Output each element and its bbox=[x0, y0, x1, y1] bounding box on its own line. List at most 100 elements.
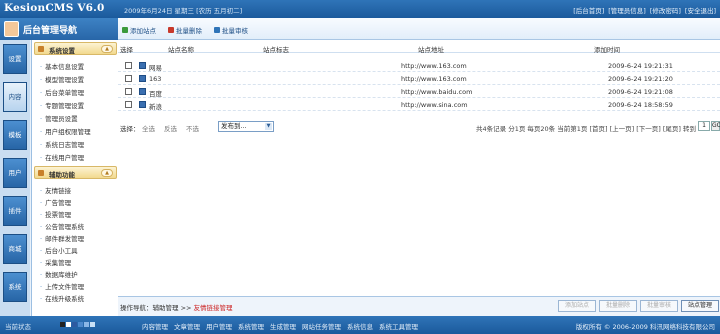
menu-item[interactable]: 上传文件管理 bbox=[40, 281, 84, 291]
site-date: 2009-6-24 19:21:20 bbox=[608, 75, 673, 83]
swatch-lightblue[interactable] bbox=[84, 322, 89, 327]
swatch-black[interactable] bbox=[60, 322, 65, 327]
site-name[interactable]: 网易 bbox=[149, 62, 162, 72]
site-url[interactable]: http://www.baidu.com bbox=[401, 88, 472, 96]
sidebar-menu: 系统设置 ▲ 基本信息设置 模型管理设置 后台菜单管理 专题管理设置 管理员设置… bbox=[31, 40, 118, 316]
site-manage-button[interactable]: 站点管理 bbox=[681, 300, 719, 312]
select-all-link[interactable]: 全选 bbox=[142, 123, 155, 133]
batch-review-bottom-button[interactable]: 批量审核 bbox=[640, 300, 678, 312]
menu-item[interactable]: 投票管理 bbox=[40, 209, 71, 219]
column-header-date: 添加时间 bbox=[594, 46, 620, 54]
add-site-bottom-button[interactable]: 添加站点 bbox=[558, 300, 596, 312]
top-links: [后台首页] [管理员信息] [修改密码] [安全退出] bbox=[573, 5, 716, 15]
menu-item[interactable]: 用户组权限管理 bbox=[40, 126, 91, 136]
menu-item[interactable]: 数据库维护 bbox=[40, 269, 78, 279]
footer-link[interactable]: 文章管理 bbox=[174, 321, 200, 331]
tab-shop[interactable]: 商城 bbox=[3, 234, 27, 264]
menu-item[interactable]: 系统日志管理 bbox=[40, 139, 84, 149]
tab-content[interactable]: 内容 bbox=[3, 82, 27, 112]
avatar bbox=[4, 21, 19, 37]
menu-group-header[interactable]: 辅助功能 ▲ bbox=[34, 166, 117, 179]
site-url[interactable]: http://www.sina.com bbox=[401, 101, 468, 109]
site-url[interactable]: http://www.163.com bbox=[401, 62, 467, 70]
operation-bar: 操作导航：辅助管理 >> 友情链接管理 添加站点 批量删除 批量审核 站点管理 bbox=[118, 296, 720, 316]
tab-system[interactable]: 系统 bbox=[3, 272, 27, 302]
link-change-password[interactable]: [修改密码] bbox=[650, 5, 681, 15]
menu-item[interactable]: 友情链接 bbox=[40, 185, 71, 195]
top-bar: KesionCMS V6.0 2009年6月24日 星期三 [农历 五月初二] … bbox=[0, 0, 720, 18]
site-name[interactable]: 163 bbox=[149, 75, 161, 83]
app-window: KesionCMS V6.0 2009年6月24日 星期三 [农历 五月初二] … bbox=[0, 0, 720, 334]
tab-settings[interactable]: 设置 bbox=[3, 44, 27, 74]
add-site-button[interactable]: 添加站点 bbox=[122, 25, 156, 35]
column-header-name: 站点名称 bbox=[168, 46, 194, 54]
menu-item[interactable]: 公告管理系统 bbox=[40, 221, 84, 231]
swatch-paleblue[interactable] bbox=[90, 322, 95, 327]
menu-group-header[interactable]: 系统设置 ▲ bbox=[34, 42, 117, 55]
go-button[interactable]: GO bbox=[711, 121, 720, 131]
menu-item[interactable]: 专题管理设置 bbox=[40, 100, 84, 110]
breadcrumb-prefix: 操作导航：辅助管理 >> bbox=[120, 304, 194, 312]
delete-icon bbox=[168, 27, 174, 33]
column-header-logo: 站点标志 bbox=[263, 46, 289, 54]
link-admin-info[interactable]: [管理员信息] bbox=[608, 5, 646, 15]
footer-link[interactable]: 系统工具管理 bbox=[379, 321, 418, 331]
swatch-blue[interactable] bbox=[78, 322, 83, 327]
select-invert-link[interactable]: 反选 bbox=[164, 123, 177, 133]
menu-item[interactable]: 模型管理设置 bbox=[40, 74, 84, 84]
tab-users[interactable]: 用户 bbox=[3, 158, 27, 188]
table-row[interactable]: 163 http://www.163.com 2009-6-24 19:21:2… bbox=[118, 72, 720, 85]
footer-link[interactable]: 用户管理 bbox=[206, 321, 232, 331]
footer-link[interactable]: 系统管理 bbox=[238, 321, 264, 331]
batch-review-label: 批量审核 bbox=[222, 27, 248, 35]
table-row[interactable]: 百度 http://www.baidu.com 2009-6-24 19:21:… bbox=[118, 85, 720, 98]
table-row[interactable]: 新浪 http://www.sina.com 2009-6-24 18:58:5… bbox=[118, 98, 720, 111]
site-icon bbox=[139, 101, 146, 108]
menu-item[interactable]: 在线升级系统 bbox=[40, 293, 84, 303]
batch-delete-bottom-button[interactable]: 批量删除 bbox=[599, 300, 637, 312]
table-header: 选择 站点名称 站点标志 站点地址 添加时间 bbox=[118, 43, 720, 54]
publish-select[interactable]: 发布到... ▼ bbox=[218, 121, 274, 132]
menu-item[interactable]: 采集管理 bbox=[40, 257, 71, 267]
sidebar-title: 后台管理导航 bbox=[23, 26, 78, 36]
menu-item[interactable]: 邮件群发管理 bbox=[40, 233, 84, 243]
row-checkbox[interactable] bbox=[125, 75, 132, 82]
footer-link[interactable]: 网站任务管理 bbox=[302, 321, 341, 331]
tab-templates[interactable]: 模板 bbox=[3, 120, 27, 150]
row-checkbox[interactable] bbox=[125, 88, 132, 95]
link-logout[interactable]: [安全退出] bbox=[685, 5, 716, 15]
menu-group-label: 系统设置 bbox=[49, 47, 75, 55]
footer-link[interactable]: 内容管理 bbox=[142, 321, 168, 331]
site-date: 2009-6-24 19:21:31 bbox=[608, 62, 673, 70]
swatch-white[interactable] bbox=[66, 322, 71, 327]
site-name[interactable]: 百度 bbox=[149, 88, 162, 98]
batch-review-button[interactable]: 批量审核 bbox=[214, 25, 248, 35]
menu-item[interactable]: 后台菜单管理 bbox=[40, 87, 84, 97]
table-row[interactable]: 网易 http://www.163.com 2009-6-24 19:21:31 bbox=[118, 59, 720, 72]
vertical-tabs: 设置 内容 模板 用户 插件 商城 系统 bbox=[0, 40, 30, 316]
site-url[interactable]: http://www.163.com bbox=[401, 75, 467, 83]
menu-item[interactable]: 基本信息设置 bbox=[40, 61, 84, 71]
footer: 当前状态 内容管理 文章管理 用户管理 系统管理 生成管理 网站任务管理 系统信… bbox=[0, 316, 720, 334]
color-swatches bbox=[60, 322, 95, 327]
menu-item[interactable]: 后台小工具 bbox=[40, 245, 78, 255]
row-checkbox[interactable] bbox=[125, 62, 132, 69]
collapse-icon[interactable]: ▲ bbox=[101, 169, 113, 177]
select-none-link[interactable]: 不选 bbox=[186, 123, 199, 133]
menu-item[interactable]: 管理员设置 bbox=[40, 113, 78, 123]
page-number-input[interactable]: 1 bbox=[698, 121, 710, 131]
folder-icon bbox=[38, 170, 44, 176]
menu-item[interactable]: 在线用户管理 bbox=[40, 152, 84, 162]
add-icon bbox=[122, 27, 128, 33]
row-checkbox[interactable] bbox=[125, 101, 132, 108]
menu-item[interactable]: 广告管理 bbox=[40, 197, 71, 207]
link-home[interactable]: [后台首页] bbox=[573, 5, 604, 15]
footer-link[interactable]: 系统信息 bbox=[347, 321, 373, 331]
site-name[interactable]: 新浪 bbox=[149, 101, 162, 111]
collapse-icon[interactable]: ▲ bbox=[101, 45, 113, 53]
breadcrumb-current: 友情链接管理 bbox=[193, 304, 233, 312]
swatch-navy[interactable] bbox=[72, 322, 77, 327]
footer-link[interactable]: 生成管理 bbox=[270, 321, 296, 331]
batch-delete-button[interactable]: 批量删除 bbox=[168, 25, 202, 35]
tab-plugins[interactable]: 插件 bbox=[3, 196, 27, 226]
